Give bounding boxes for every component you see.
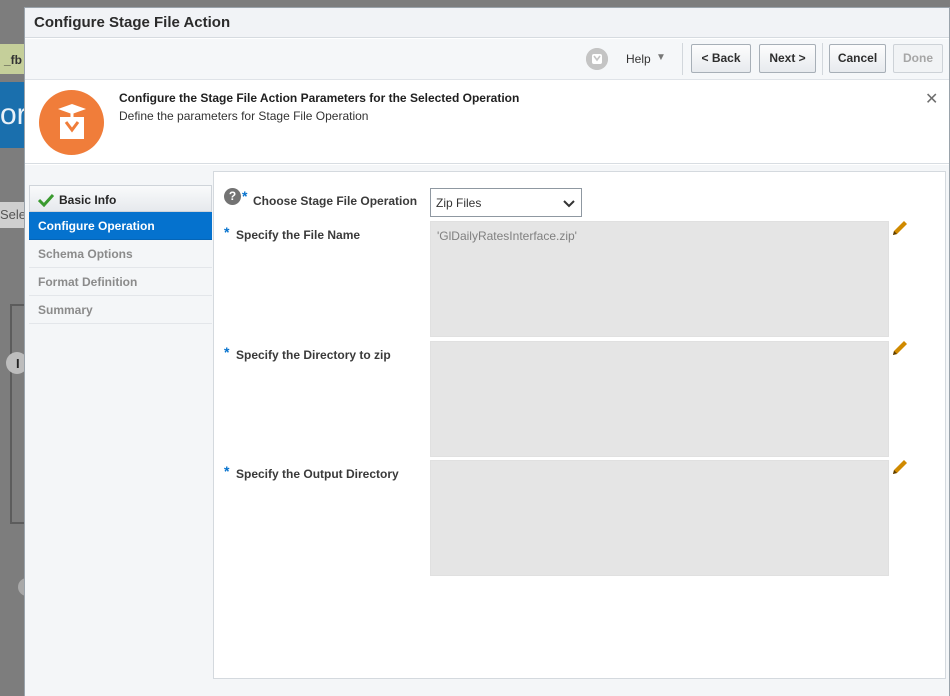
dialog-title: Configure Stage File Action bbox=[25, 8, 949, 38]
directory-field[interactable] bbox=[430, 341, 889, 457]
step-format-definition[interactable]: Format Definition bbox=[29, 268, 212, 296]
wizard-header: Configure the Stage File Action Paramete… bbox=[25, 80, 949, 164]
required-marker: * bbox=[224, 224, 230, 240]
required-marker: * bbox=[224, 463, 230, 479]
chevron-down-icon bbox=[563, 197, 575, 211]
done-button[interactable]: Done bbox=[893, 44, 943, 73]
file-name-label: Specify the File Name bbox=[236, 228, 361, 242]
operation-select[interactable]: Zip Files bbox=[430, 188, 582, 217]
background-select: Sele bbox=[0, 202, 26, 228]
header-title: Configure the Stage File Action Paramete… bbox=[119, 91, 520, 105]
toolbar-divider bbox=[682, 43, 683, 75]
configure-operation-form: ? * Choose Stage File Operation Zip File… bbox=[213, 171, 946, 679]
back-button[interactable]: < Back bbox=[691, 44, 751, 73]
required-marker: * bbox=[242, 188, 248, 204]
edit-pencil-icon[interactable] bbox=[891, 219, 909, 237]
step-label: Configure Operation bbox=[38, 219, 155, 233]
help-question-icon[interactable]: ? bbox=[224, 188, 241, 205]
help-menu[interactable]: Help bbox=[626, 52, 651, 66]
file-name-field[interactable]: 'GlDailyRatesInterface.zip' bbox=[430, 221, 889, 337]
required-marker: * bbox=[224, 344, 230, 360]
next-button[interactable]: Next > bbox=[759, 44, 816, 73]
wizard-steps-nav: Basic Info Configure Operation Schema Op… bbox=[29, 185, 212, 324]
step-label: Schema Options bbox=[38, 247, 133, 261]
close-icon[interactable]: ✕ bbox=[925, 89, 938, 109]
header-subtitle: Define the parameters for Stage File Ope… bbox=[119, 109, 369, 123]
step-basic-info[interactable]: Basic Info bbox=[29, 185, 212, 212]
edit-pencil-icon[interactable] bbox=[891, 339, 909, 357]
configure-stage-file-dialog: Configure Stage File Action Help ▼ < Bac… bbox=[24, 7, 950, 696]
step-summary[interactable]: Summary bbox=[29, 296, 212, 324]
wizard-body: Basic Info Configure Operation Schema Op… bbox=[25, 165, 949, 696]
step-schema-options[interactable]: Schema Options bbox=[29, 240, 212, 268]
edit-pencil-icon[interactable] bbox=[891, 458, 909, 476]
checkmark-icon bbox=[37, 193, 55, 210]
operation-label: Choose Stage File Operation bbox=[253, 194, 418, 208]
step-label: Format Definition bbox=[38, 275, 138, 289]
help-circle-icon[interactable] bbox=[586, 48, 608, 70]
directory-label: Specify the Directory to zip bbox=[236, 348, 391, 362]
step-configure-operation[interactable]: Configure Operation bbox=[29, 212, 212, 240]
step-label: Basic Info bbox=[59, 193, 117, 207]
step-label: Summary bbox=[38, 303, 93, 317]
wizard-toolbar: Help ▼ < Back Next > Cancel Done bbox=[25, 39, 949, 80]
output-directory-field[interactable] bbox=[430, 460, 889, 576]
background-tab: _fb bbox=[0, 44, 26, 74]
operation-select-value: Zip Files bbox=[436, 196, 482, 210]
stage-file-icon bbox=[39, 90, 104, 155]
background-banner: ort bbox=[0, 82, 26, 148]
help-caret-icon[interactable]: ▼ bbox=[656, 52, 666, 63]
toolbar-divider bbox=[822, 43, 823, 75]
cancel-button[interactable]: Cancel bbox=[829, 44, 886, 73]
output-directory-label: Specify the Output Directory bbox=[236, 467, 399, 481]
